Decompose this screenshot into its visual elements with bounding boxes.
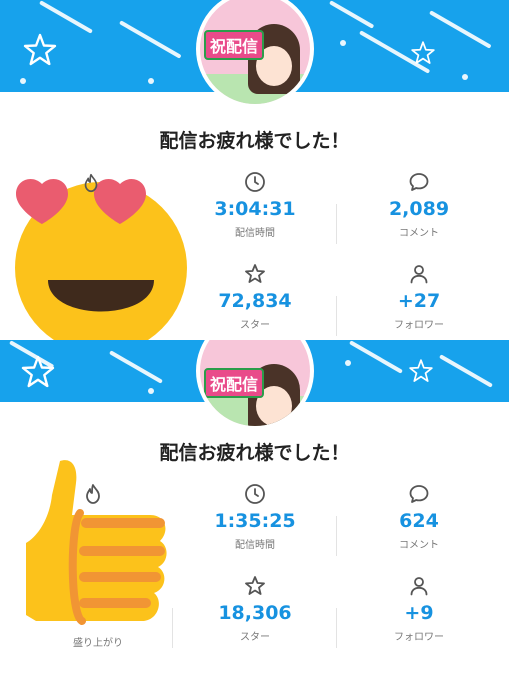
stat-label: 配信時間 [235,540,275,551]
stat-label: コメント [399,540,439,551]
star-icon [245,264,265,283]
avatar-tag: 祝配信 [204,30,265,60]
stat-label: フォロワー [394,320,444,331]
comment-icon [409,173,429,191]
person-icon [410,265,428,284]
stat-stream-time: 1:35:25 配信時間 [170,482,340,551]
stat-value: +27 [397,290,441,312]
star-decoration-icon [411,41,435,64]
star-decoration-icon [409,359,433,382]
page-title: 配信お疲れ様でした！ [159,130,350,152]
star-icon [245,576,265,595]
stat-value: 18,306 [218,602,292,624]
comment-icon [409,485,429,503]
stream-summary-card-2: 祝配信 配信お疲れ様でした！ 1:35:25 配信時間 624 コメント 18,… [0,340,509,680]
stat-label: スター [240,320,270,331]
streamer-avatar: 祝配信 [196,340,314,430]
stat-comments: 624 コメント [334,482,504,551]
stat-followers: +27 フォロワー [334,262,504,331]
stat-stars: 72,834 スター [170,262,340,331]
flame-icon [84,173,98,193]
stat-value: 3:04:31 [214,198,296,220]
stat-followers: +9 フォロワー [334,574,504,643]
stat-value: 2,089 [388,198,450,220]
star-decoration-icon [21,355,55,388]
stat-label: 盛り上がり [73,638,123,649]
streamer-avatar: 祝配信 [196,0,314,108]
stat-label: フォロワー [394,632,444,643]
star-decoration-icon [23,33,57,66]
clock-icon [245,484,265,504]
clock-icon [245,172,265,192]
stat-value: +9 [404,602,434,624]
stat-value: 1:35:25 [214,510,296,532]
heart-eyes-emoji-icon [15,179,187,340]
stat-stream-time: 3:04:31 配信時間 [170,170,340,239]
stat-stars: 18,306 スター [170,574,340,643]
stat-label: 配信時間 [235,228,275,239]
thumbs-up-emoji-icon [26,460,167,625]
stat-label: コメント [399,228,439,239]
stat-comments: 2,089 コメント [334,170,504,239]
stat-label: スター [240,632,270,643]
stat-value: 624 [399,510,439,532]
stat-value: 72,834 [218,290,292,312]
person-icon [410,577,428,596]
avatar-tag: 祝配信 [204,368,265,398]
stream-summary-card-1: 祝配信 配信お疲れ様でした！ 3:04:31 配信時間 2,089 コメント 7… [0,0,509,340]
